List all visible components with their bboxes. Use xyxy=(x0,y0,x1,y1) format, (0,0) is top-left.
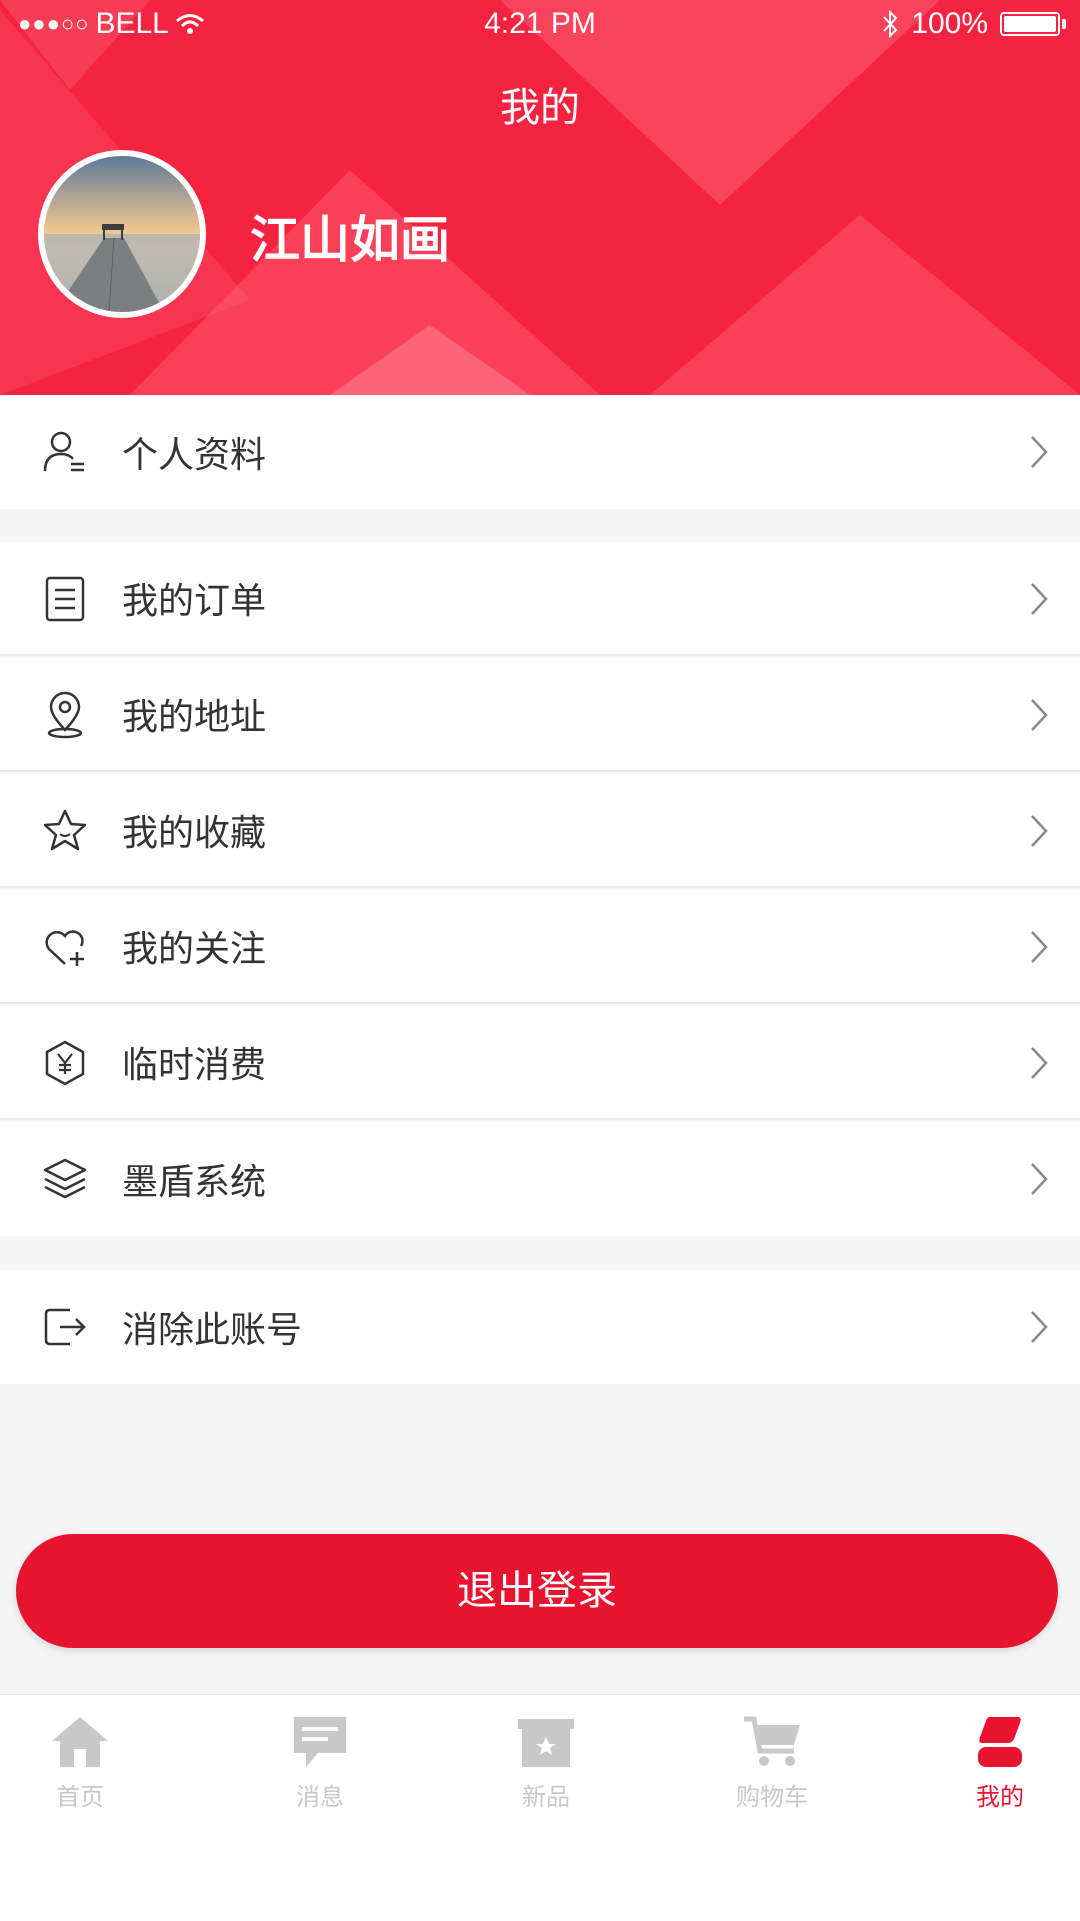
menu-item-delete-account[interactable]: 消除此账号 xyxy=(0,1270,1080,1384)
tab-messages[interactable]: 消息 xyxy=(250,1713,390,1812)
chevron-right-icon xyxy=(1031,1047,1048,1079)
tab-label: 首页 xyxy=(56,1783,104,1811)
menu-item-label: 临时消费 xyxy=(122,1045,267,1086)
star-icon xyxy=(43,809,87,851)
menu-item-label: 个人资料 xyxy=(122,435,267,476)
menu-item-modun-system[interactable]: 墨盾系统 xyxy=(0,1122,1080,1236)
message-icon xyxy=(294,1717,346,1767)
shopping-cart-icon xyxy=(744,1716,800,1766)
home-icon xyxy=(52,1717,108,1767)
chevron-right-icon xyxy=(1031,815,1048,847)
avatar[interactable] xyxy=(38,150,206,318)
tab-bar: 首页 消息 新品 购物车 我的 xyxy=(0,1694,1080,1921)
tab-label: 新品 xyxy=(522,1783,570,1811)
menu-item-address[interactable]: 我的地址 xyxy=(0,658,1080,772)
chevron-right-icon xyxy=(1031,931,1048,963)
menu-item-favorites[interactable]: 我的收藏 xyxy=(0,774,1080,888)
menu-item-label: 我的地址 xyxy=(122,697,267,738)
menu-item-label: 我的关注 xyxy=(122,929,267,970)
battery-icon xyxy=(1000,12,1066,36)
tab-cart[interactable]: 购物车 xyxy=(702,1713,842,1812)
location-pin-icon xyxy=(47,691,83,739)
exit-account-icon xyxy=(44,1308,86,1346)
tab-label: 消息 xyxy=(296,1783,344,1811)
avatar-pier-image xyxy=(44,156,200,312)
user-profile-icon xyxy=(43,431,84,472)
menu-item-label: 墨盾系统 xyxy=(122,1162,267,1203)
order-list-icon xyxy=(45,576,85,622)
tab-new-products[interactable]: 新品 xyxy=(476,1713,616,1812)
menu-item-label: 消除此账号 xyxy=(122,1310,303,1351)
chevron-right-icon xyxy=(1031,699,1048,731)
tab-label: 我的 xyxy=(976,1783,1024,1811)
menu-item-temp-spending[interactable]: 临时消费 xyxy=(0,1006,1080,1120)
layers-icon xyxy=(43,1158,87,1199)
page-title: 我的 xyxy=(500,85,580,131)
chevron-right-icon xyxy=(1031,583,1048,615)
new-product-icon xyxy=(518,1719,574,1767)
tab-home[interactable]: 首页 xyxy=(10,1713,150,1812)
menu-item-label: 我的订单 xyxy=(122,581,267,622)
status-bar: ●●●○○ BELL 4:21 PM 100% xyxy=(0,0,1080,48)
battery-percent: 100% xyxy=(911,7,988,40)
chevron-right-icon xyxy=(1031,436,1048,468)
menu-item-orders[interactable]: 我的订单 xyxy=(0,542,1080,656)
menu-item-label: 我的收藏 xyxy=(122,813,267,854)
user-icon xyxy=(978,1717,1022,1767)
logout-button[interactable]: 退出登录 xyxy=(16,1534,1058,1648)
yen-hexagon-icon xyxy=(45,1040,85,1086)
chevron-right-icon xyxy=(1031,1311,1048,1343)
menu-item-following[interactable]: 我的关注 xyxy=(0,890,1080,1004)
bluetooth-icon xyxy=(883,10,898,38)
tab-label: 购物车 xyxy=(736,1783,808,1811)
username: 江山如画 xyxy=(250,211,450,269)
chevron-right-icon xyxy=(1031,1163,1048,1195)
tab-mine[interactable]: 我的 xyxy=(930,1713,1070,1812)
profile-header: ●●●○○ BELL 4:21 PM 100% 我的 江山如画 xyxy=(0,0,1080,395)
menu-item-profile[interactable]: 个人资料 xyxy=(0,395,1080,509)
heart-add-icon xyxy=(45,930,84,966)
